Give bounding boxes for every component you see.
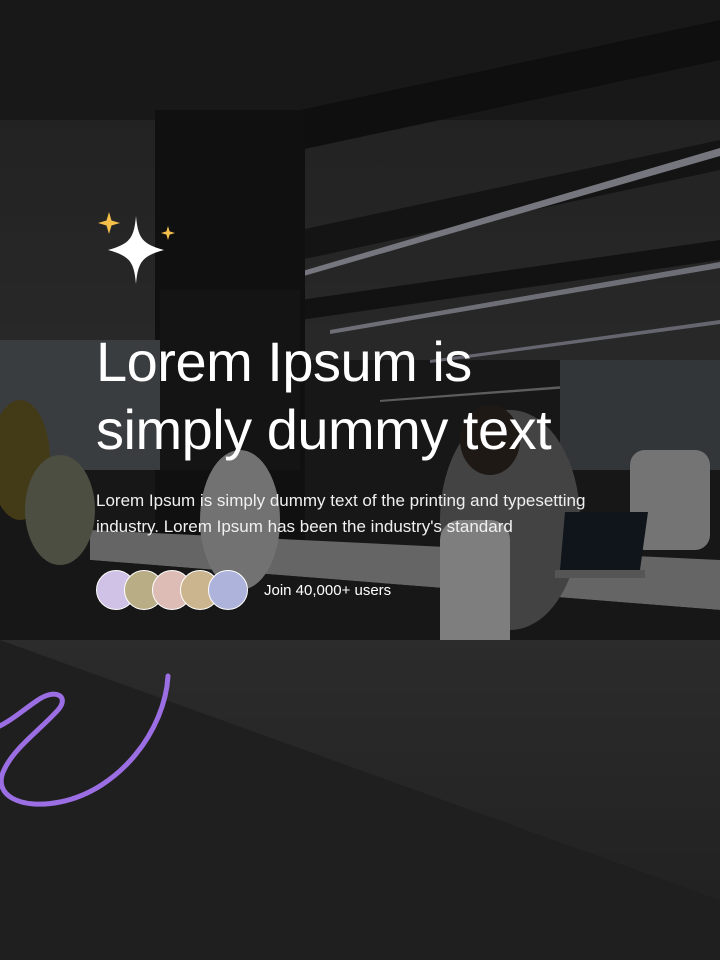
headline-line-2: simply dummy text	[96, 398, 552, 461]
social-proof: Join 40,000+ users	[96, 570, 656, 610]
avatar	[208, 570, 248, 610]
hero-content: Lorem Ipsum is simply dummy text Lorem I…	[96, 328, 656, 610]
headline-line-1: Lorem Ipsum is	[96, 330, 472, 393]
squiggle-decoration	[0, 673, 171, 807]
hero-description: Lorem Ipsum is simply dummy text of the …	[96, 491, 586, 536]
sparkle-icon	[98, 212, 175, 284]
hero-section: Lorem Ipsum is simply dummy text Lorem I…	[0, 0, 720, 960]
hero-headline: Lorem Ipsum is simply dummy text	[96, 328, 656, 464]
avatar-group	[96, 570, 248, 610]
users-count-label: Join 40,000+ users	[264, 581, 392, 599]
